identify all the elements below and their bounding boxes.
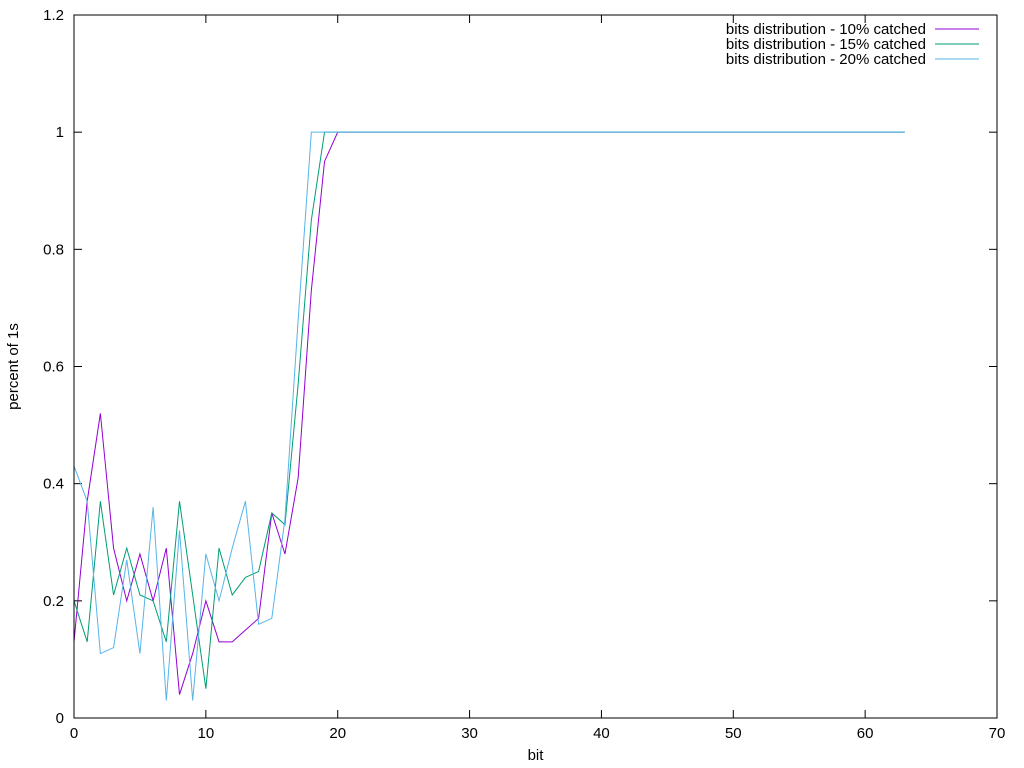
y-tick-label: 0.8 bbox=[43, 241, 64, 258]
y-tick-label: 0 bbox=[56, 710, 64, 727]
x-tick-label: 10 bbox=[198, 725, 215, 742]
line-chart: 0 10 20 30 40 50 60 70 0 0.2 0.4 0.6 0.8 1 1.2 bit per… bbox=[0, 0, 1024, 768]
y-tick-label: 1 bbox=[56, 124, 64, 141]
y-tick-label: 1.2 bbox=[43, 7, 64, 24]
y-tick-label: 0.2 bbox=[43, 593, 64, 610]
y-tick-label: 0.4 bbox=[43, 476, 64, 493]
chart-background bbox=[0, 0, 1024, 768]
x-tick-label: 30 bbox=[461, 725, 478, 742]
x-tick-label: 60 bbox=[857, 725, 874, 742]
x-tick-label: 50 bbox=[725, 725, 742, 742]
legend-label-3: bits distribution - 20% catched bbox=[726, 51, 926, 68]
y-axis-label: percent of 1s bbox=[5, 323, 22, 410]
x-axis-label: bit bbox=[528, 747, 545, 764]
x-tick-label: 20 bbox=[329, 725, 346, 742]
y-tick-label: 0.6 bbox=[43, 359, 64, 376]
x-tick-label: 0 bbox=[70, 725, 78, 742]
x-tick-label: 40 bbox=[593, 725, 610, 742]
x-tick-label: 70 bbox=[989, 725, 1006, 742]
